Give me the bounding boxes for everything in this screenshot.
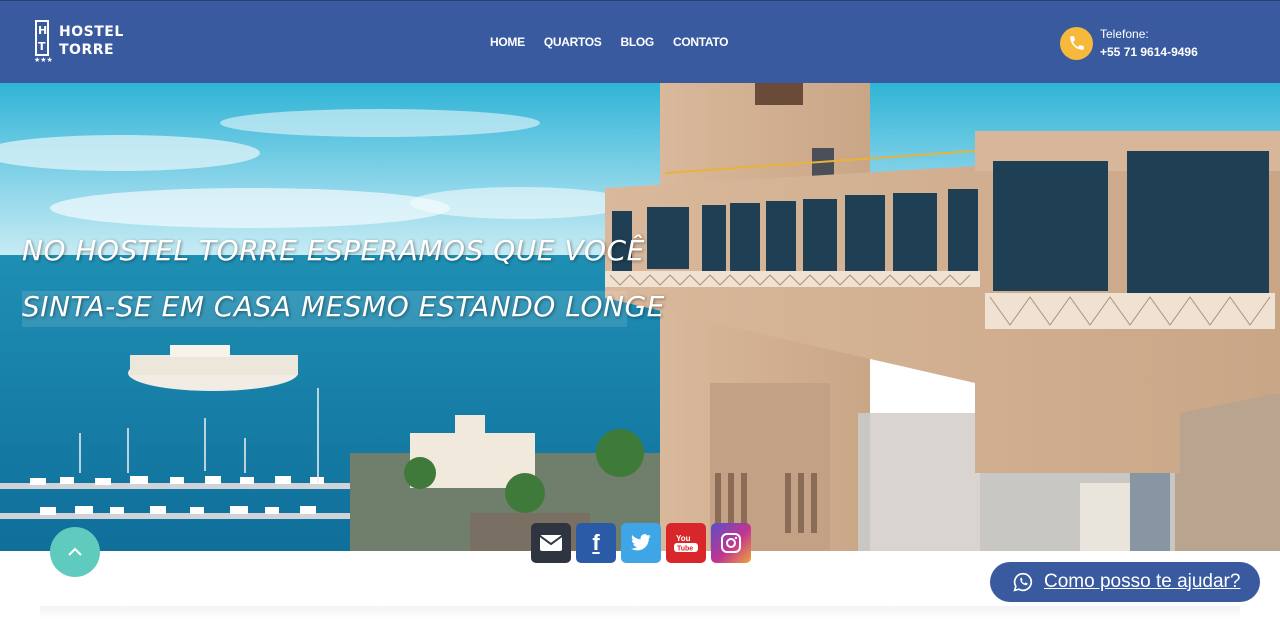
phone-number[interactable]: +55 71 9614-9496 — [1100, 43, 1198, 61]
svg-text:★★★: ★★★ — [34, 56, 53, 63]
phone-contact[interactable]: Telefone: +55 71 9614-9496 — [1060, 25, 1198, 61]
page: H T ★★★ HOSTEL TORRE HOME QUARTOS BLOG C… — [0, 0, 1280, 619]
hero-banner: NO HOSTEL TORRE ESPERAMOS QUE VOCÊ SINTA… — [0, 83, 1280, 551]
instagram-icon[interactable] — [711, 523, 751, 563]
svg-text:You: You — [676, 534, 691, 543]
mail-icon[interactable] — [531, 523, 571, 563]
twitter-icon[interactable] — [621, 523, 661, 563]
site-logo[interactable]: H T ★★★ HOSTEL TORRE — [34, 19, 134, 67]
phone-label: Telefone: — [1100, 27, 1149, 41]
nav-contato[interactable]: CONTATO — [673, 35, 729, 49]
phone-icon — [1060, 26, 1093, 60]
logo-line-1: HOSTEL — [59, 24, 124, 40]
nav-quartos[interactable]: QUARTOS — [544, 35, 602, 49]
hero-heading-line-1: NO HOSTEL TORRE ESPERAMOS QUE VOCÊ — [22, 234, 645, 267]
hero-heading-line-2: SINTA-SE EM CASA MESMO ESTANDO LONGE — [22, 290, 665, 323]
nav-blog[interactable]: BLOG — [621, 35, 655, 49]
hostel-logo-icon: H T ★★★ — [34, 20, 53, 63]
whatsapp-icon — [1013, 572, 1033, 592]
main-nav: HOME QUARTOS BLOG CONTATO — [490, 35, 747, 49]
youtube-icon[interactable]: You Tube — [666, 523, 706, 563]
nav-home[interactable]: HOME — [490, 35, 525, 49]
logo-line-2: TORRE — [59, 42, 115, 58]
svg-text:T: T — [38, 40, 46, 53]
content-section-edge — [40, 606, 1240, 619]
hero-caption: NO HOSTEL TORRE ESPERAMOS QUE VOCÊ SINTA… — [22, 223, 664, 327]
site-header: H T ★★★ HOSTEL TORRE HOME QUARTOS BLOG C… — [0, 0, 1280, 83]
svg-text:Tube: Tube — [677, 546, 693, 553]
facebook-glyph: f — [592, 530, 600, 555]
svg-text:H: H — [38, 24, 47, 37]
whatsapp-chat-button[interactable]: Como posso te ajudar? — [990, 562, 1260, 602]
facebook-icon[interactable]: f — [576, 523, 616, 563]
chevron-up-icon — [68, 547, 82, 556]
back-to-top-button[interactable] — [50, 527, 100, 577]
chat-label: Como posso te ajudar? — [1044, 571, 1241, 592]
social-share-bar: f You Tube — [531, 523, 751, 563]
